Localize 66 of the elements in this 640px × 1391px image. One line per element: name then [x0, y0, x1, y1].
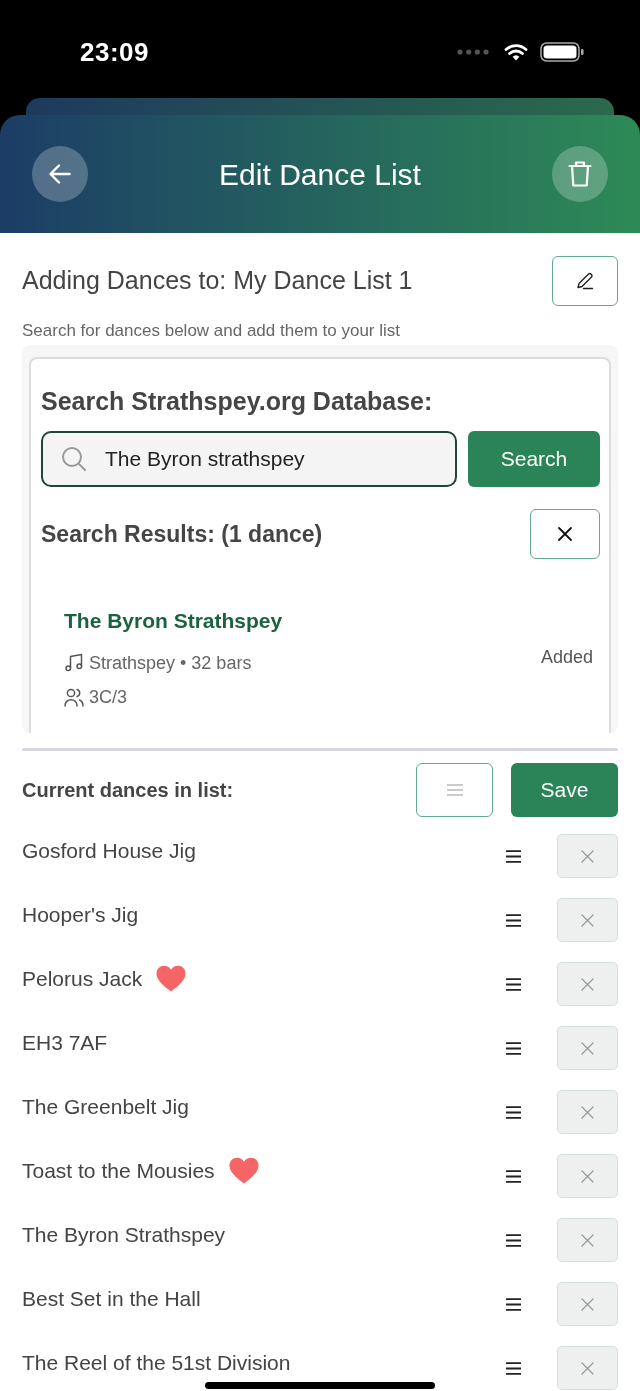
- drag-handle-icon: [506, 1169, 521, 1183]
- wifi-icon: [504, 43, 528, 61]
- drag-handle-icon: [506, 977, 521, 991]
- dance-type-bars: Strathspey • 32 bars: [89, 651, 252, 675]
- battery-icon: [540, 42, 584, 62]
- added-status: Added: [540, 645, 593, 669]
- music-note-icon: [64, 653, 84, 673]
- remove-dance-button[interactable]: [557, 898, 618, 942]
- remove-dance-button[interactable]: [557, 1218, 618, 1262]
- close-icon: [581, 1169, 594, 1183]
- back-button[interactable]: [32, 146, 88, 202]
- drag-handle-icon: [506, 1233, 521, 1247]
- search-field[interactable]: The Byron strathspey: [41, 431, 457, 487]
- list-heading: Adding Dances to: My Dance List 1: [22, 265, 413, 297]
- dance-name: The Greenbelt Jig: [22, 1094, 189, 1121]
- dance-formation: 3C/3: [89, 686, 128, 709]
- close-icon: [581, 1233, 594, 1247]
- remove-dance-button[interactable]: [557, 962, 618, 1006]
- dance-name: Gosford House Jig: [22, 838, 196, 865]
- pencil-icon: [576, 272, 594, 290]
- people-icon: [64, 687, 84, 707]
- trash-icon: [568, 160, 592, 188]
- remove-dance-button[interactable]: [557, 1026, 618, 1070]
- close-icon: [581, 913, 594, 927]
- dance-name: Hooper's Jig: [22, 902, 139, 929]
- remove-dance-button[interactable]: [557, 1154, 618, 1198]
- drag-handle-icon: [506, 1361, 521, 1375]
- close-icon: [557, 526, 573, 542]
- remove-dance-button[interactable]: [557, 1090, 618, 1134]
- instructions-text: Search for dances below and add them to your list: [22, 321, 401, 341]
- clear-results-button[interactable]: [530, 509, 600, 559]
- save-button[interactable]: Save: [511, 763, 618, 817]
- dance-name: The Reel of the 51st Division: [22, 1350, 291, 1377]
- dance-name: Toast to the Mousies: [22, 1158, 215, 1185]
- search-title: Search Strathspey.org Database:: [41, 386, 434, 417]
- signal-icon: [457, 49, 489, 55]
- remove-dance-button[interactable]: [557, 1346, 618, 1390]
- close-icon: [581, 849, 594, 863]
- back-arrow-icon: [49, 164, 71, 184]
- dance-name: Pelorus Jack: [22, 966, 143, 993]
- search-button[interactable]: Search: [468, 431, 600, 487]
- close-icon: [581, 1297, 594, 1311]
- menu-icon: [446, 784, 463, 796]
- reorder-button[interactable]: [416, 763, 493, 817]
- dance-name: The Byron Strathspey: [22, 1222, 226, 1249]
- results-title: Search Results: (1 dance): [41, 519, 323, 549]
- result-title[interactable]: The Byron Strathspey: [64, 607, 283, 635]
- close-icon: [581, 1361, 594, 1375]
- drag-handle-icon: [506, 913, 521, 927]
- drag-handle-icon: [506, 849, 521, 863]
- delete-button[interactable]: [552, 146, 608, 202]
- close-icon: [581, 977, 594, 991]
- remove-dance-button[interactable]: [557, 834, 618, 878]
- search-icon: [61, 446, 87, 472]
- current-list-title: Current dances in list:: [22, 778, 235, 803]
- drag-handle-icon: [506, 1105, 521, 1119]
- edit-name-button[interactable]: [552, 256, 618, 306]
- dance-name: Best Set in the Hall: [22, 1286, 201, 1313]
- status-time: 23:09: [80, 35, 149, 69]
- drag-handle-icon: [506, 1041, 521, 1055]
- close-icon: [581, 1041, 594, 1055]
- page-title: Edit Dance List: [218, 156, 422, 193]
- drag-handle-icon: [506, 1297, 521, 1311]
- close-icon: [581, 1105, 594, 1119]
- remove-dance-button[interactable]: [557, 1282, 618, 1326]
- dance-name: EH3 7AF: [22, 1030, 108, 1057]
